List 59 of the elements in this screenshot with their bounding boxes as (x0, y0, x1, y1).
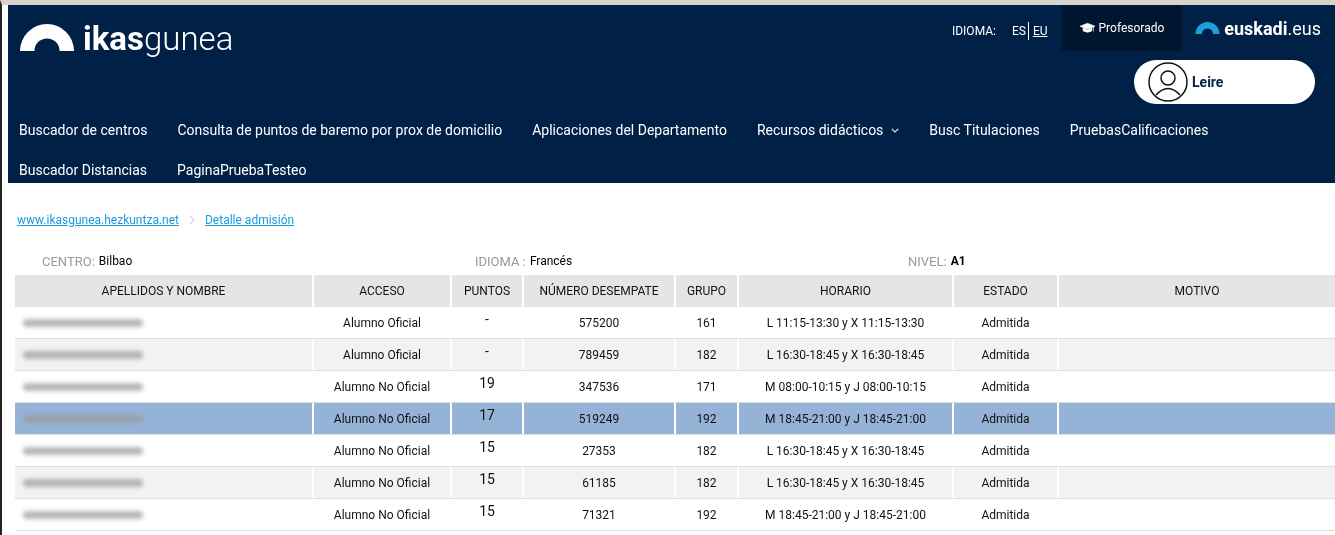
arch-logo-icon (19, 24, 75, 51)
table-cell: 192 (676, 403, 737, 434)
table-row[interactable]: Alumno No Oficial 19 347536 171 M 08:00-10:15 y J 08:00-10:15 Admitida (15, 371, 1335, 403)
table-row[interactable]: Alumno Oficial - 575200 161 L 11:15-13:30 y X 11:15-13:30 Admitida (15, 307, 1335, 339)
table-cell: 182 (676, 339, 737, 370)
table-cell: M 18:45-21:00 y J 18:45-21:00 (739, 403, 952, 434)
nav-link[interactable]: Buscador Distancias (19, 150, 148, 190)
table-row[interactable]: Alumno No Oficial 15 27353 182 L 16:30-18:45 y X 16:30-18:45 Admitida (15, 435, 1335, 467)
filter-value: Bilbao (98, 253, 133, 270)
table-cell: 61185 (524, 467, 674, 498)
table-cell: L 16:30-18:45 y X 16:30-18:45 (739, 339, 952, 370)
column-header: MOTIVO (1059, 275, 1335, 307)
table-cell: Alumno No Oficial (314, 467, 450, 498)
table-row[interactable]: Alumno No Oficial 15 71321 192 M 18:45-21:00 y J 18:45-21:00 Admitida (15, 499, 1335, 531)
nav-link[interactable]: Recursos didácticos (756, 110, 900, 150)
nav-link[interactable]: Aplicaciones del Departamento (532, 110, 727, 150)
nav-link[interactable]: Buscador de centros (19, 110, 148, 150)
language-link[interactable]: ES (1011, 22, 1028, 40)
site-logo[interactable]: euskadi.eus (1195, 20, 1321, 38)
nav-link[interactable]: PaginaPruebaTesteo (177, 150, 307, 190)
table-row[interactable]: Alumno No Oficial 17 519249 192 M 18:45-21:00 y J 18:45-21:00 Admitida (15, 403, 1335, 435)
table-cell: Alumno No Oficial (314, 403, 450, 434)
table-cell: Admitida (954, 467, 1057, 498)
table-cell: 15 (452, 467, 522, 498)
table-cell: 789459 (524, 339, 674, 370)
table-row[interactable]: Alumno Oficial - 789459 182 L 16:30-18:45 y X 16:30-18:45 Admitida (15, 339, 1335, 371)
filter-label: CENTRO: (42, 253, 95, 271)
logo-text[interactable]: ikasgunea (83, 22, 234, 55)
table-cell: 17 (452, 403, 522, 434)
table-cell: Admitida (954, 339, 1057, 370)
filter-label: IDIOMA : (475, 253, 526, 271)
arch-logo-icon (1195, 22, 1221, 34)
table-cell: Admitida (954, 403, 1057, 434)
table-cell: L 16:30-18:45 y X 16:30-18:45 (739, 467, 952, 498)
user-avatar-icon (1148, 62, 1188, 102)
filter-value: A1 (950, 253, 966, 270)
graduation-cap-icon (1079, 22, 1095, 34)
table-row[interactable]: Alumno No Oficial 15 61185 182 L 16:30-18:45 y X 16:30-18:45 Admitida (15, 467, 1335, 499)
language-label: IDIOMA: (951, 23, 996, 40)
filter-label: NIVEL: (908, 253, 947, 271)
column-header: NÚMERO DESEMPATE (524, 275, 674, 307)
column-header: HORARIO (739, 275, 952, 307)
filter-value: Francés (529, 253, 573, 270)
table-cell: Alumno Oficial (314, 339, 450, 370)
table-cell: - (452, 339, 522, 370)
table-cell: 182 (676, 467, 737, 498)
column-header: PUNTOS (452, 275, 522, 307)
nav-link[interactable]: Busc Titulaciones (929, 110, 1040, 150)
chevron-right-icon (189, 215, 195, 225)
column-header: ESTADO (954, 275, 1057, 307)
nav-link[interactable]: PruebasCalificaciones (1069, 110, 1209, 150)
column-header: APELLIDOS Y NOMBRE (15, 275, 312, 307)
language-link[interactable]: EU (1027, 22, 1048, 40)
column-header: ACCESO (314, 275, 450, 307)
column-header: GRUPO (676, 275, 737, 307)
nav-link[interactable]: Consulta de puntos de baremo por prox de domicilio (177, 110, 503, 150)
table-cell: 519249 (524, 403, 674, 434)
user-button[interactable]: Leire (1134, 60, 1315, 104)
profile-link[interactable]: Profesorado (1061, 5, 1183, 51)
